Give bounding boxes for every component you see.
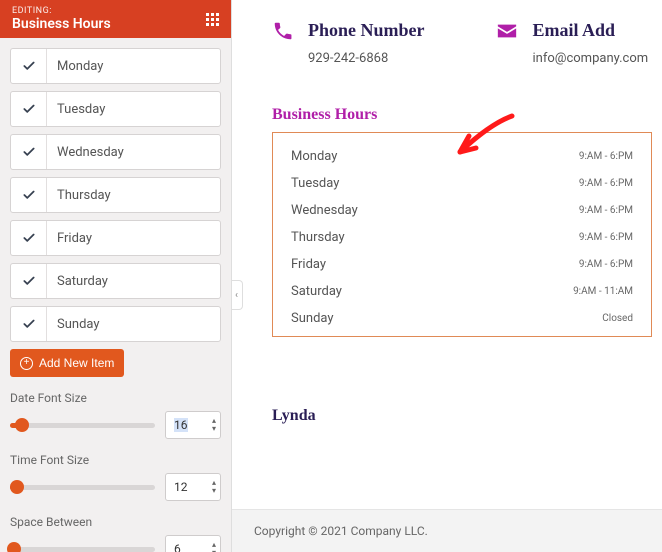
date-font-size-label: Date Font Size (10, 391, 221, 405)
preview-canvas: ‹ Phone Number 929-242-6868 (232, 0, 662, 552)
business-hours-heading: Business Hours (272, 106, 652, 124)
hours-row: Sunday Closed (291, 305, 633, 332)
hours-day: Thursday (291, 230, 345, 245)
space-between-input[interactable]: 6 ▴▾ (165, 535, 221, 552)
hours-day: Saturday (291, 284, 342, 299)
check-icon (11, 49, 47, 83)
author-name: Lynda (272, 397, 652, 425)
space-between-label: Space Between (10, 515, 221, 529)
hours-row: Friday 9:AM - 6:PM (291, 251, 633, 278)
add-new-item-button[interactable]: + Add New Item (10, 349, 124, 377)
phone-block: Phone Number 929-242-6868 (272, 20, 425, 66)
day-label: Sunday (47, 307, 220, 341)
hours-day: Sunday (291, 311, 334, 326)
phone-icon (272, 20, 294, 42)
email-title: Email Add (533, 20, 649, 41)
business-hours-box: Monday9:AM - 6:PMTuesday9:AM - 6:PMWedne… (272, 132, 652, 337)
check-icon (11, 264, 47, 298)
stepper-icon[interactable]: ▴▾ (212, 479, 216, 495)
grid-icon[interactable] (206, 13, 219, 26)
hours-day: Monday (291, 149, 337, 164)
envelope-icon (495, 20, 519, 42)
add-btn-label: Add New Item (39, 356, 114, 370)
time-font-size-label: Time Font Size (10, 453, 221, 467)
editor-sidebar: EDITING: Business Hours Monday Tuesday Wed… (0, 0, 232, 552)
hours-row: Tuesday 9:AM - 6:PM (291, 170, 633, 197)
check-icon (11, 92, 47, 126)
hours-day: Friday (291, 257, 326, 272)
email-value: info@company.com (533, 51, 649, 66)
day-item[interactable]: Tuesday (10, 91, 221, 127)
day-item[interactable]: Sunday (10, 306, 221, 342)
check-icon (11, 307, 47, 341)
check-icon (11, 135, 47, 169)
day-label: Saturday (47, 264, 220, 298)
day-item[interactable]: Wednesday (10, 134, 221, 170)
hours-row: Thursday 9:AM - 6:PM (291, 224, 633, 251)
day-item[interactable]: Friday (10, 220, 221, 256)
stepper-icon[interactable]: ▴▾ (212, 417, 216, 433)
plus-circle-icon: + (20, 357, 33, 370)
hours-row: Saturday 9:AM - 11:AM (291, 278, 633, 305)
date-font-size-slider[interactable] (10, 423, 155, 428)
email-block: Email Add info@company.com (495, 20, 649, 66)
day-label: Thursday (47, 178, 220, 212)
time-font-size-input[interactable]: 12 ▴▾ (165, 473, 221, 501)
day-label: Wednesday (47, 135, 220, 169)
hours-row: Monday 9:AM - 6:PM (291, 143, 633, 170)
day-item[interactable]: Saturday (10, 263, 221, 299)
time-font-size-slider[interactable] (10, 485, 155, 490)
hours-time: 9:AM - 11:AM (573, 286, 633, 297)
day-label: Monday (47, 49, 220, 83)
editing-label: EDITING: (12, 6, 111, 16)
phone-value: 929-242-6868 (308, 51, 425, 66)
sidebar-header: EDITING: Business Hours (0, 0, 231, 38)
hours-time: Closed (602, 313, 633, 324)
stepper-icon[interactable]: ▴▾ (212, 541, 216, 552)
hours-row: Wednesday 9:AM - 6:PM (291, 197, 633, 224)
hours-time: 9:AM - 6:PM (579, 178, 633, 189)
phone-title: Phone Number (308, 20, 425, 41)
hours-day: Tuesday (291, 176, 339, 191)
sidebar-body: Monday Tuesday Wednesday Thursday Friday Satu… (0, 38, 231, 552)
hours-time: 9:AM - 6:PM (579, 151, 633, 162)
day-label: Tuesday (47, 92, 220, 126)
page-footer: Copyright © 2021 Company LLC. (232, 509, 662, 552)
hours-time: 9:AM - 6:PM (579, 259, 633, 270)
day-item[interactable]: Thursday (10, 177, 221, 213)
day-item[interactable]: Monday (10, 48, 221, 84)
editing-title: Business Hours (12, 16, 111, 32)
hours-time: 9:AM - 6:PM (579, 205, 633, 216)
check-icon (11, 178, 47, 212)
space-between-slider[interactable] (10, 547, 155, 552)
day-label: Friday (47, 221, 220, 255)
check-icon (11, 221, 47, 255)
hours-day: Wednesday (291, 203, 358, 218)
hours-time: 9:AM - 6:PM (579, 232, 633, 243)
date-font-size-input[interactable]: 16 ▴▾ (165, 411, 221, 439)
